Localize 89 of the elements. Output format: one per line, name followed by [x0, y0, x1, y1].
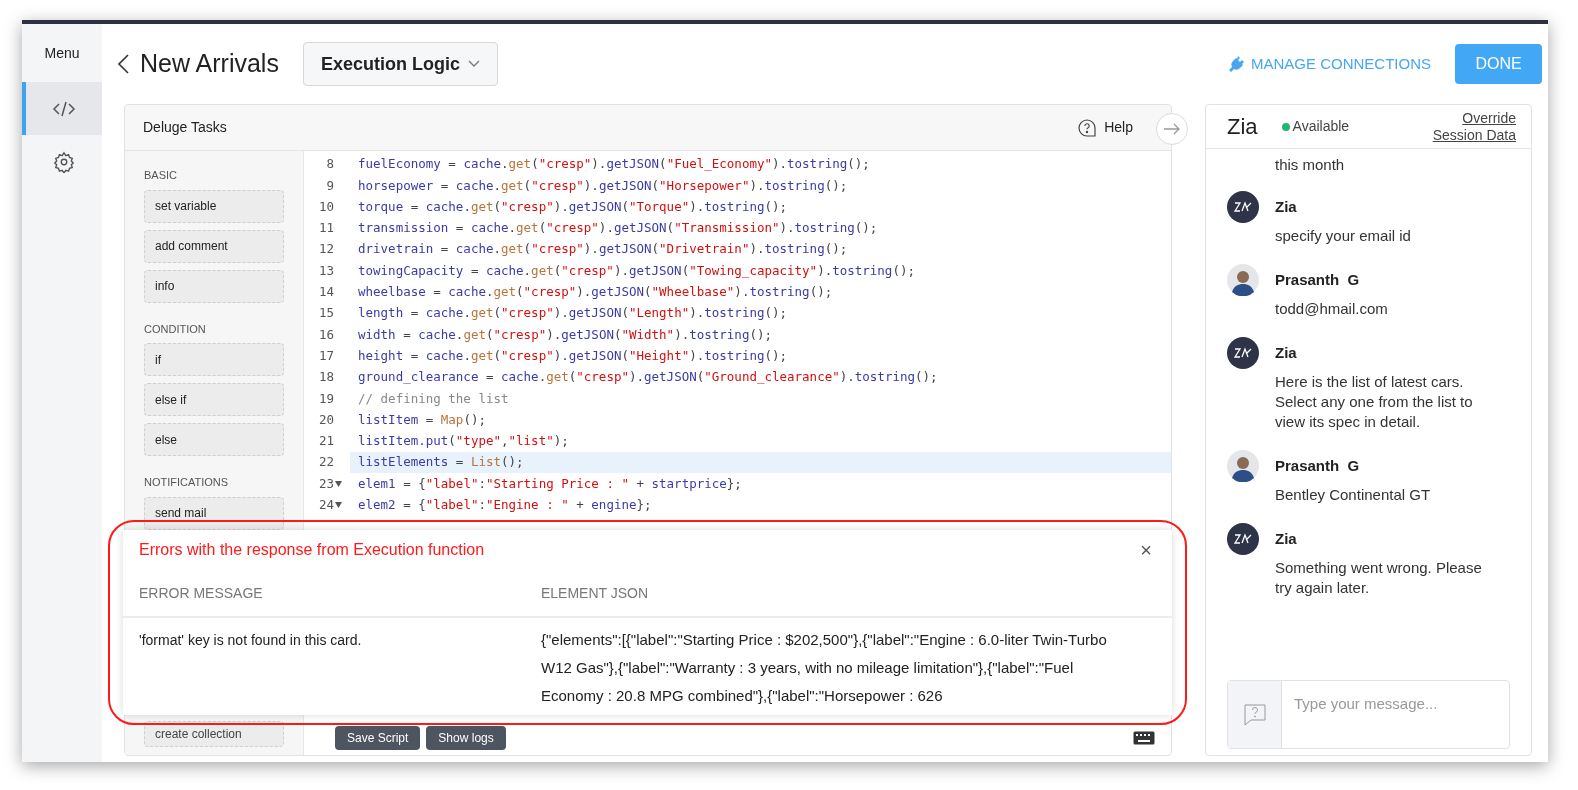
code-tab[interactable]: [22, 82, 102, 135]
chat-message: Here is the list of latest cars. Select any one from the list to view its spec in detail.: [1275, 372, 1474, 432]
table-cell-text: 'format' key is not found in this card.: [138, 631, 363, 650]
line-number: 18: [318, 368, 334, 387]
line-number: 9: [326, 176, 334, 195]
chevron-down-icon: [467, 60, 480, 68]
task-item[interactable]: add comment: [144, 229, 284, 263]
sender-name: Zia: [1275, 197, 1298, 217]
line-number: 24: [318, 496, 334, 514]
task-item[interactable]: send mail: [144, 496, 284, 530]
sender-name: Zia: [1275, 343, 1298, 363]
chat-message: specify your email id: [1275, 226, 1412, 246]
line-number: 11: [318, 219, 334, 238]
line-number: 8: [326, 155, 334, 174]
code-line: horsepower = cache.get("cresp").getJSON("Horsepower").tostring();: [357, 176, 849, 195]
column-header: ELEMENT JSON: [541, 583, 649, 603]
code-line: torque = cache.get("cresp").getJSON("Torque").tostring();: [357, 197, 789, 216]
line-number: 22: [318, 453, 334, 472]
line-number: 19: [318, 389, 334, 408]
line-number: 10: [318, 197, 334, 216]
code-line: towingCapacity = cache.get("cresp").getJSON("Towing_capacity").tostring();: [357, 261, 916, 280]
back-icon: [116, 53, 130, 75]
user-avatar-icon: [1227, 450, 1259, 482]
task-item[interactable]: set variable: [144, 189, 284, 223]
line-number: 14: [318, 283, 334, 302]
page-title: New Arrivals: [140, 48, 279, 80]
task-item[interactable]: if: [144, 343, 284, 376]
code-line: ground_clearance = cache.get("cresp").getJSON("Ground_clearance").tostring();: [357, 368, 939, 387]
chat-message: Bentley Continental GT: [1275, 485, 1432, 505]
message-input[interactable]: Type your message...: [1282, 681, 1509, 748]
script-button[interactable]: Show logs: [426, 726, 506, 750]
arrow-right-icon: [1163, 123, 1181, 135]
code-line: fuelEconomy = cache.get("cresp").getJSON("Fuel_Economy").tostring();: [357, 155, 871, 174]
chat-title: Zia: [1227, 113, 1258, 141]
task-item[interactable]: else: [144, 423, 284, 456]
keyboard-icon: [1133, 731, 1155, 745]
menu-label: Menu: [43, 43, 81, 63]
code-line: transmission = cache.get("cresp").getJSON("Transmission").tostring();: [357, 219, 879, 238]
code-line: drivetrain = cache.get("cresp").getJSON("Drivetrain").tostring();: [357, 240, 849, 259]
override-link[interactable]: Override Session Data: [1432, 109, 1516, 144]
close-button[interactable]: ×: [1140, 540, 1152, 560]
line-number: 23: [318, 474, 334, 493]
code-line: listItem.put("type","list");: [357, 432, 570, 451]
code-line: height = cache.get("cresp").getJSON("Height").tostring();: [357, 346, 789, 365]
sender-name: Zia: [1275, 529, 1298, 549]
gear-icon: [53, 150, 75, 173]
sender-name: Prasanth G: [1275, 270, 1361, 290]
error-title: Errors with the response from Execution function: [139, 540, 485, 560]
sender-name: Prasanth G: [1275, 456, 1361, 476]
bot-avatar-icon: [1227, 191, 1259, 223]
status-label: Available: [1292, 117, 1350, 136]
code-line: elem1 = {"label":"Starting Price : " + startprice};: [357, 474, 743, 493]
line-number: 16: [318, 325, 334, 344]
line-number: 15: [318, 304, 334, 323]
user-avatar-icon: [1227, 264, 1259, 296]
section-label: NOTIFICATIONS: [144, 475, 230, 490]
logic-dropdown[interactable]: Execution Logic: [302, 42, 498, 86]
help-icon: [1078, 118, 1097, 137]
line-number: 21: [318, 432, 334, 451]
script-button[interactable]: Save Script: [335, 726, 421, 750]
section-label: BASIC: [144, 168, 178, 183]
code-icon: [52, 99, 76, 118]
line-number: 12: [318, 240, 334, 259]
question-chat-icon: [1243, 703, 1266, 726]
code-line: listItem = Map();: [357, 410, 487, 429]
plug-icon: [1227, 55, 1245, 73]
task-item[interactable]: else if: [144, 383, 284, 416]
column-header: ERROR MESSAGE: [138, 583, 264, 603]
code-line: wheelbase = cache.get("cresp").getJSON("Wheelbase").tostring();: [357, 283, 834, 302]
chat-message: todd@hmail.com: [1275, 299, 1389, 319]
card-title: Deluge Tasks: [143, 118, 227, 137]
line-number: 20: [318, 410, 334, 429]
line-number: 13: [318, 261, 334, 280]
code-line: // defining the list: [357, 389, 510, 408]
task-item[interactable]: info: [144, 269, 284, 303]
section-label: CONDITION: [144, 321, 207, 337]
task-item[interactable]: create collection: [144, 721, 284, 747]
back-button[interactable]: [116, 53, 130, 75]
message-composer[interactable]: Type your message...: [1227, 680, 1510, 749]
help-button[interactable]: Help: [1078, 117, 1133, 138]
bot-avatar-icon: [1227, 337, 1259, 369]
bot-avatar-icon: [1227, 523, 1259, 555]
code-line: width = cache.get("cresp").getJSON("Width").tostring();: [357, 325, 773, 344]
line-number: 17: [318, 346, 334, 365]
chat-message: Something went wrong. Please try again later.: [1275, 558, 1483, 598]
code-line: elem2 = {"label":"Engine : " + engine};: [357, 496, 653, 514]
table-cell-text: {"elements":[{"label":"Starting Price : $202,500"},{"label":"Engine : 6.0-liter Twin-Turbo W12 Gas"},{"label":"Warranty : 3 years, with no mileage limitation"},{"label":"Fuel Economy : 20.8 MPG combined"},{"label":"Horsepower : 626: [541, 630, 1108, 706]
chat-message: this month: [1274, 155, 1346, 175]
code-line: length = cache.get("cresp").getJSON("Length").tostring();: [357, 304, 789, 323]
